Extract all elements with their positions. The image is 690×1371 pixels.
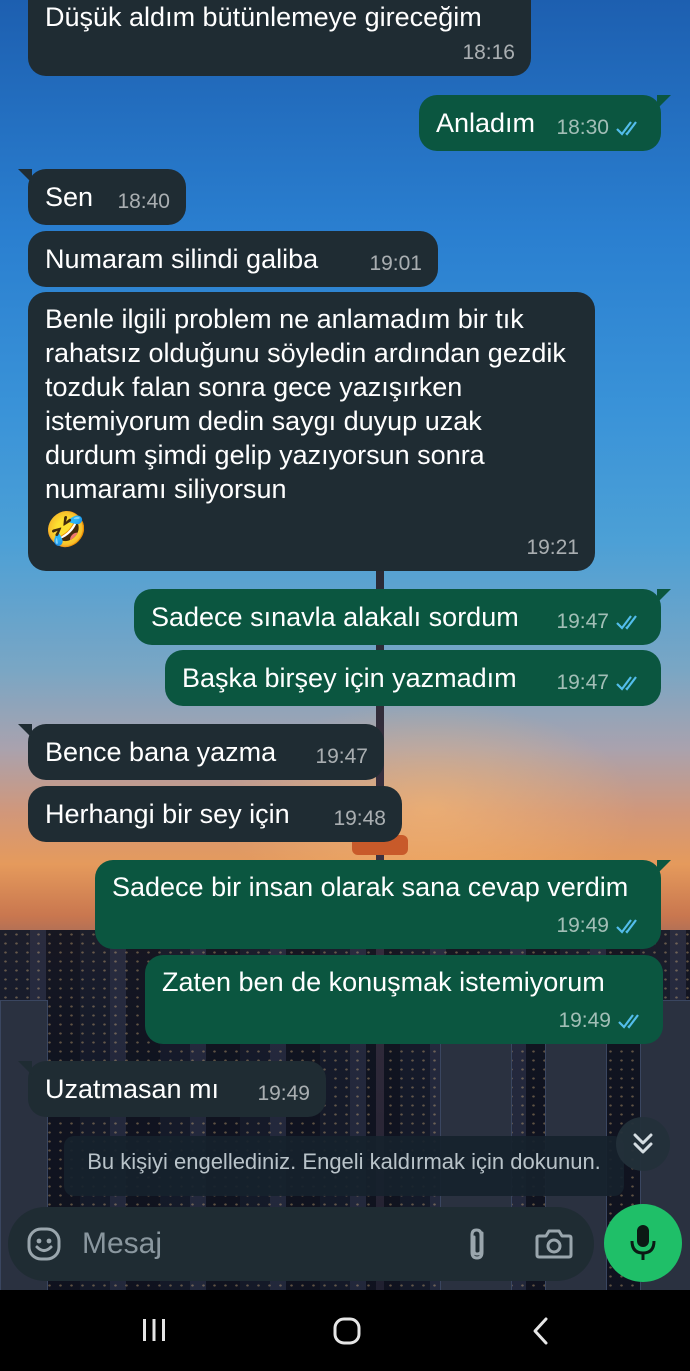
- message-timestamp: 19:47: [556, 671, 609, 694]
- message-timestamp: 19:47: [315, 745, 368, 768]
- mic-icon: [630, 1225, 656, 1260]
- message-timestamp: 19:49: [556, 914, 609, 937]
- recent-apps-icon[interactable]: [140, 1316, 168, 1344]
- rolling-laughing-emoji: 🤣: [45, 511, 88, 549]
- paperclip-icon[interactable]: [460, 1225, 494, 1263]
- message-timestamp: 18:30: [556, 116, 609, 139]
- double-check-icon: [616, 615, 637, 630]
- message-bubble-incoming[interactable]: Uzatmasan mı 19:49: [18, 1061, 326, 1117]
- message-time: 19:49: [558, 1004, 647, 1038]
- message-time: 19:47: [315, 740, 368, 774]
- message-bubble-incoming[interactable]: Benle ilgili problem ne anlamadım bir tı…: [28, 292, 595, 571]
- message-time: 19:47: [556, 605, 645, 639]
- message-bubble-incoming[interactable]: Numaram silindi galiba 19:01: [28, 231, 438, 287]
- message-text: Düşük aldım bütünlemeye gireceğim: [45, 2, 482, 32]
- message-bubble-outgoing[interactable]: Anladım 18:30: [419, 95, 671, 151]
- scroll-to-bottom-button[interactable]: [616, 1117, 670, 1171]
- message-time: 19:47: [556, 666, 645, 700]
- emoji-icon[interactable]: [26, 1226, 62, 1262]
- double-chevron-down-icon: [633, 1133, 653, 1154]
- double-check-icon: [616, 121, 637, 136]
- message-input[interactable]: Mesaj: [82, 1207, 162, 1281]
- home-icon[interactable]: [332, 1316, 362, 1346]
- message-time: 18:30: [556, 111, 645, 145]
- system-navigation-bar: [0, 1290, 690, 1371]
- message-bubble-outgoing[interactable]: Başka birşey için yazmadım 19:47: [165, 650, 661, 706]
- message-timestamp: 19:49: [257, 1082, 310, 1105]
- message-text: Benle ilgili problem ne anlamadım bir tı…: [45, 304, 566, 504]
- blocked-contact-notice[interactable]: Bu kişiyi engellediniz. Engeli kaldırmak…: [64, 1136, 624, 1196]
- message-timestamp: 19:48: [333, 807, 386, 830]
- message-time: 18:40: [117, 185, 170, 219]
- camera-icon[interactable]: [534, 1227, 574, 1261]
- message-bubble-outgoing[interactable]: Zaten ben de konuşmak istemiyorum 19:49: [145, 955, 663, 1044]
- mic-button[interactable]: [604, 1204, 682, 1282]
- message-bubble-incoming[interactable]: Düşük aldım bütünlemeye gireceğim 18:16: [28, 0, 531, 76]
- double-check-icon: [618, 1014, 639, 1029]
- message-bubble-incoming[interactable]: Herhangi bir sey için 19:48: [28, 786, 402, 842]
- message-time: 19:49: [556, 909, 645, 943]
- message-bubble-outgoing[interactable]: Sadece bir insan olarak sana cevap verdi…: [95, 860, 671, 949]
- message-time: 19:49: [257, 1077, 310, 1111]
- message-text: Sadece bir insan olarak sana cevap verdi…: [112, 872, 629, 902]
- message-time: 19:01: [369, 247, 422, 281]
- double-check-icon: [616, 919, 637, 934]
- message-bubble-incoming[interactable]: Sen 18:40: [18, 169, 186, 225]
- message-timestamp: 19:47: [556, 610, 609, 633]
- message-bubble-incoming[interactable]: Bence bana yazma 19:47: [18, 724, 384, 780]
- double-check-icon: [616, 676, 637, 691]
- back-icon[interactable]: [530, 1316, 552, 1346]
- message-timestamp: 19:49: [558, 1009, 611, 1032]
- message-composer: Mesaj: [8, 1207, 594, 1281]
- message-timestamp: 19:21: [526, 536, 579, 559]
- message-time: 19:48: [333, 802, 386, 836]
- blocked-notice-text: Bu kişiyi engellediniz. Engeli kaldırmak…: [87, 1149, 601, 1174]
- message-bubble-outgoing[interactable]: Sadece sınavla alakalı sordum 19:47: [134, 589, 671, 645]
- message-time: 18:16: [462, 36, 515, 70]
- message-text: Zaten ben de konuşmak istemiyorum: [162, 967, 605, 997]
- message-timestamp: 18:40: [117, 190, 170, 213]
- message-time: 19:21: [526, 531, 579, 565]
- message-timestamp: 19:01: [369, 252, 422, 275]
- message-timestamp: 18:16: [462, 41, 515, 64]
